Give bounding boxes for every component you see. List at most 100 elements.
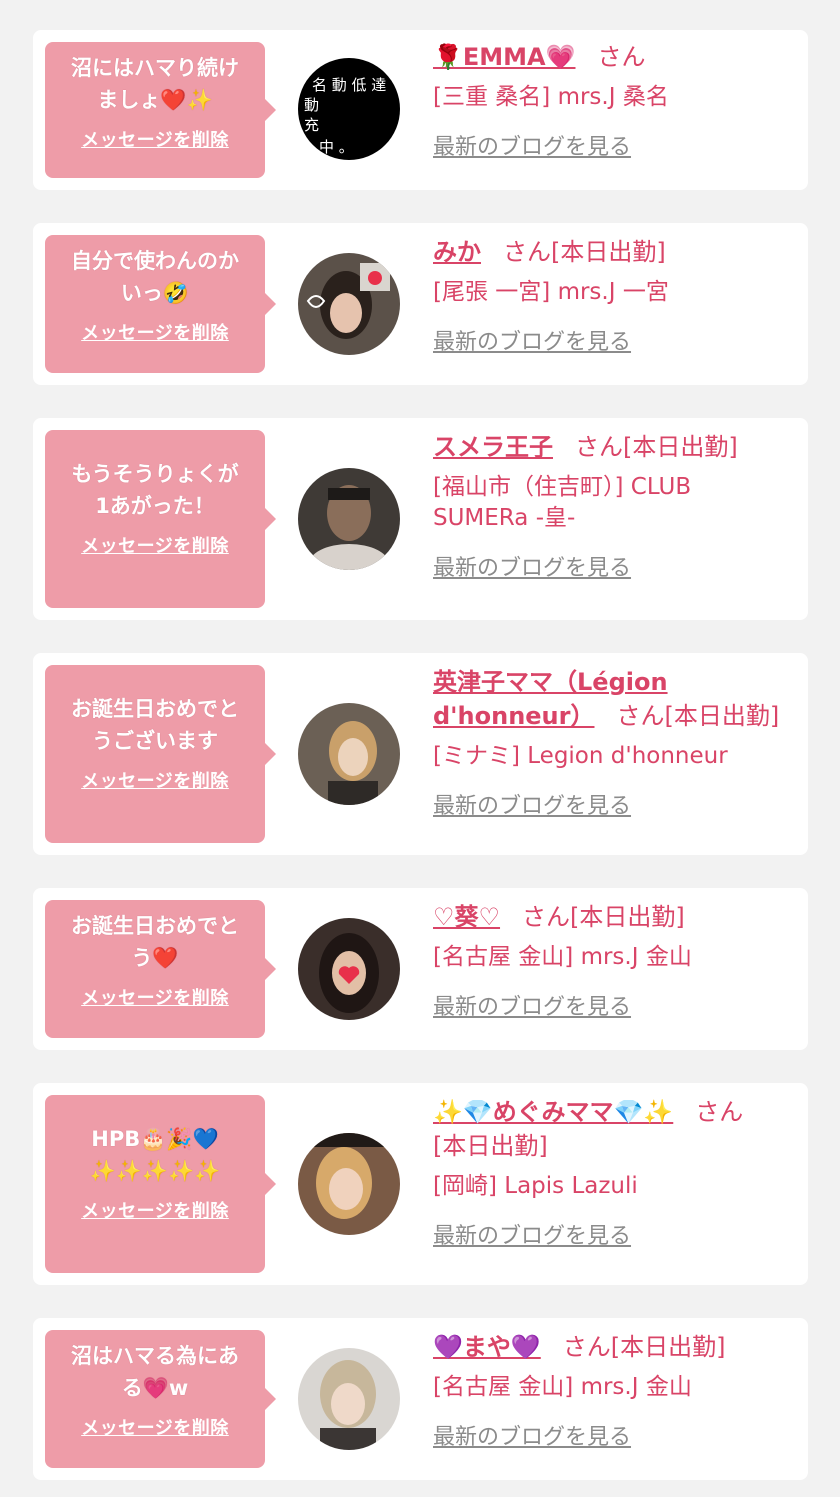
sender-name-link[interactable]: ♡葵♡: [433, 903, 500, 931]
message-line: 1あがった！: [95, 494, 215, 518]
latest-blog-link[interactable]: 最新のブログを見る: [433, 550, 631, 582]
honorific: さん: [575, 433, 623, 461]
message-card: お誕生日おめでと うございます メッセージを削除 英津子ママ（Légion d'…: [33, 653, 808, 855]
message-bubble: もうそうりょくが 1あがった！ メッセージを削除: [45, 430, 276, 608]
message-bubble: 沼はハマる為にあ る💗w メッセージを削除: [45, 1330, 276, 1468]
message-line: ましょ❤️✨: [97, 88, 213, 112]
shop-line: [福山市（住吉町）] CLUB: [433, 474, 692, 500]
message-bubble: 沼にはハマり続け ましょ❤️✨ メッセージを削除: [45, 42, 276, 178]
message-line: 自分で使わんのか: [71, 249, 239, 273]
message-text: お誕生日おめでと うございます: [53, 693, 257, 757]
message-text: もうそうりょくが 1あがった！: [53, 458, 257, 522]
sender-info: 🌹EMMA💗 さん [三重 桑名] mrs.J 桑名 最新のブログを見る: [433, 40, 798, 161]
name-line: ♡葵♡ さん[本日出勤]: [433, 900, 798, 934]
delete-message-link[interactable]: メッセージを削除: [81, 984, 229, 1010]
shop-label: [尾張 一宮] mrs.J 一宮: [433, 279, 669, 305]
message-line: いっ🤣: [120, 281, 190, 305]
delete-message-link[interactable]: メッセージを削除: [81, 532, 229, 558]
name-line: 💜まや💜 さん[本日出勤]: [433, 1330, 798, 1364]
message-bubble: お誕生日おめでと う❤️ メッセージを削除: [45, 900, 276, 1038]
name-line: スメラ王子 さん[本日出勤]: [433, 430, 798, 464]
message-card: 沼はハマる為にあ る💗w メッセージを削除 💜まや💜 さん[本日出勤] [名古屋 …: [33, 1318, 808, 1480]
delete-message-link[interactable]: メッセージを削除: [81, 1197, 229, 1223]
message-text: お誕生日おめでと う❤️: [53, 910, 257, 974]
avatar[interactable]: [298, 468, 400, 570]
sender-name-link[interactable]: d'honneur）: [433, 702, 594, 730]
avatar[interactable]: [298, 918, 400, 1020]
honorific: さん: [522, 903, 571, 931]
message-line: HPB🎂🎉💙: [91, 1127, 219, 1151]
message-text: 沼はハマる為にあ る💗w: [53, 1340, 257, 1404]
svg-text:動: 動: [304, 96, 319, 114]
shop-label: [岡崎] Lapis Lazuli: [433, 1173, 638, 1199]
honorific: さん: [597, 43, 646, 71]
shop-label: [名古屋 金山] mrs.J 金山: [433, 1374, 692, 1400]
name-line: 英津子ママ（Légion d'honneur） さん[本日出勤]: [433, 665, 798, 733]
shop-label: [福山市（住吉町）] CLUB SUMERa -皇-: [433, 472, 798, 534]
message-line: う❤️: [131, 946, 179, 970]
sender-info: 💜まや💜 さん[本日出勤] [名古屋 金山] mrs.J 金山 最新のブログを見る: [433, 1330, 798, 1451]
sender-info: 英津子ママ（Légion d'honneur） さん[本日出勤] [ミナミ] Le…: [433, 665, 798, 820]
avatar[interactable]: [298, 1133, 400, 1235]
message-bubble: 自分で使わんのか いっ🤣 メッセージを削除: [45, 235, 276, 373]
name-line: みか さん[本日出勤]: [433, 235, 798, 269]
sender-name-link[interactable]: 英津子ママ（Légion: [433, 668, 668, 696]
message-card: 沼にはハマり続け ましょ❤️✨ メッセージを削除 名 動 低 達 動 充 。中 …: [33, 30, 808, 190]
honorific: さん: [616, 702, 665, 730]
message-card: HPB🎂🎉💙 ✨✨✨✨✨ メッセージを削除 ✨💎めぐみママ💎✨ さん [本日出勤]…: [33, 1083, 808, 1285]
work-status: [本日出勤]: [664, 702, 780, 730]
message-card: もうそうりょくが 1あがった！ メッセージを削除 スメラ王子 さん[本日出勤] […: [33, 418, 808, 620]
message-text: HPB🎂🎉💙 ✨✨✨✨✨: [53, 1123, 257, 1187]
message-line: ✨✨✨✨✨: [89, 1159, 221, 1183]
sender-info: ♡葵♡ さん[本日出勤] [名古屋 金山] mrs.J 金山 最新のブログを見る: [433, 900, 798, 1021]
message-line: 沼にはハマり続け: [71, 56, 239, 80]
name-line: ✨💎めぐみママ💎✨ さん [本日出勤]: [433, 1095, 798, 1163]
svg-text:名 動 低 達: 名 動 低 達: [312, 76, 386, 94]
delete-message-link[interactable]: メッセージを削除: [81, 1414, 229, 1440]
honorific: さん: [562, 1333, 611, 1361]
sender-info: ✨💎めぐみママ💎✨ さん [本日出勤] [岡崎] Lapis Lazuli 最新の…: [433, 1095, 798, 1250]
work-status: [本日出勤]: [570, 903, 685, 931]
shop-label: [ミナミ] Legion d'honneur: [433, 743, 728, 769]
sender-name-link[interactable]: 🌹EMMA💗: [433, 43, 576, 71]
latest-blog-link[interactable]: 最新のブログを見る: [433, 324, 631, 356]
avatar[interactable]: [298, 703, 400, 805]
svg-text:。中 。: 。中 。: [304, 138, 354, 156]
work-status: [本日出勤]: [551, 238, 666, 266]
honorific: さん: [695, 1098, 744, 1126]
latest-blog-link[interactable]: 最新のブログを見る: [433, 1218, 631, 1250]
latest-blog-link[interactable]: 最新のブログを見る: [433, 129, 631, 161]
delete-message-link[interactable]: メッセージを削除: [81, 126, 229, 152]
message-text: 沼にはハマり続け ましょ❤️✨: [53, 52, 257, 116]
sender-name-link[interactable]: みか: [433, 238, 481, 266]
message-line: る💗w: [121, 1376, 189, 1400]
work-status: [本日出勤]: [610, 1333, 726, 1361]
message-card: 自分で使わんのか いっ🤣 メッセージを削除 みか さん[本日出勤] [尾張 一宮]…: [33, 223, 808, 385]
latest-blog-link[interactable]: 最新のブログを見る: [433, 989, 631, 1021]
name-line: 🌹EMMA💗 さん: [433, 40, 798, 74]
sender-name-link[interactable]: 💜まや💜: [433, 1333, 541, 1361]
sender-name-link[interactable]: ✨💎めぐみママ💎✨: [433, 1098, 673, 1126]
delete-message-link[interactable]: メッセージを削除: [81, 319, 229, 345]
sender-info: スメラ王子 さん[本日出勤] [福山市（住吉町）] CLUB SUMERa -皇-…: [433, 430, 798, 582]
delete-message-link[interactable]: メッセージを削除: [81, 767, 229, 793]
message-line: うございます: [92, 729, 218, 753]
message-card: お誕生日おめでと う❤️ メッセージを削除 ♡葵♡ さん[本日出勤] [名古屋 金…: [33, 888, 808, 1050]
latest-blog-link[interactable]: 最新のブログを見る: [433, 788, 631, 820]
shop-label: [名古屋 金山] mrs.J 金山: [433, 944, 692, 970]
message-line: お誕生日おめでと: [71, 697, 239, 721]
work-status: [本日出勤]: [623, 433, 738, 461]
sender-info: みか さん[本日出勤] [尾張 一宮] mrs.J 一宮 最新のブログを見る: [433, 235, 798, 356]
avatar[interactable]: [298, 1348, 400, 1450]
message-bubble: HPB🎂🎉💙 ✨✨✨✨✨ メッセージを削除: [45, 1095, 276, 1273]
svg-text:充: 充: [304, 116, 319, 134]
latest-blog-link[interactable]: 最新のブログを見る: [433, 1419, 631, 1451]
message-line: お誕生日おめでと: [71, 914, 239, 938]
avatar[interactable]: 名 動 低 達 動 充 。中 。: [298, 58, 400, 160]
message-bubble: お誕生日おめでと うございます メッセージを削除: [45, 665, 276, 843]
message-line: 沼はハマる為にあ: [71, 1344, 239, 1368]
shop-line: SUMERa -皇-: [433, 505, 576, 531]
message-line: もうそうりょくが: [71, 462, 239, 486]
avatar[interactable]: [298, 253, 400, 355]
sender-name-link[interactable]: スメラ王子: [433, 433, 553, 461]
